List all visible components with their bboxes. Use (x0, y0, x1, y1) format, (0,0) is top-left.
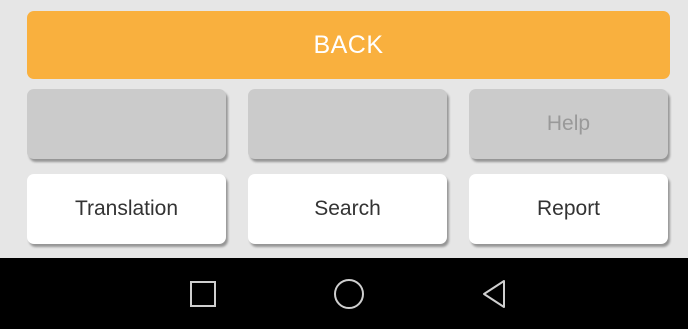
translation-button[interactable]: Translation (27, 174, 226, 244)
report-button[interactable]: Report (469, 174, 668, 244)
menu-panel: BACK Help Translation Search Report (0, 0, 688, 258)
help-button[interactable]: Help (469, 89, 668, 159)
recent-apps-icon[interactable] (185, 276, 221, 312)
system-navigation-bar (0, 258, 688, 329)
empty-button-2[interactable] (248, 89, 447, 159)
home-icon[interactable] (331, 276, 367, 312)
empty-button-1[interactable] (27, 89, 226, 159)
search-button[interactable]: Search (248, 174, 447, 244)
back-button[interactable]: BACK (27, 11, 670, 79)
back-triangle-icon[interactable] (476, 276, 512, 312)
